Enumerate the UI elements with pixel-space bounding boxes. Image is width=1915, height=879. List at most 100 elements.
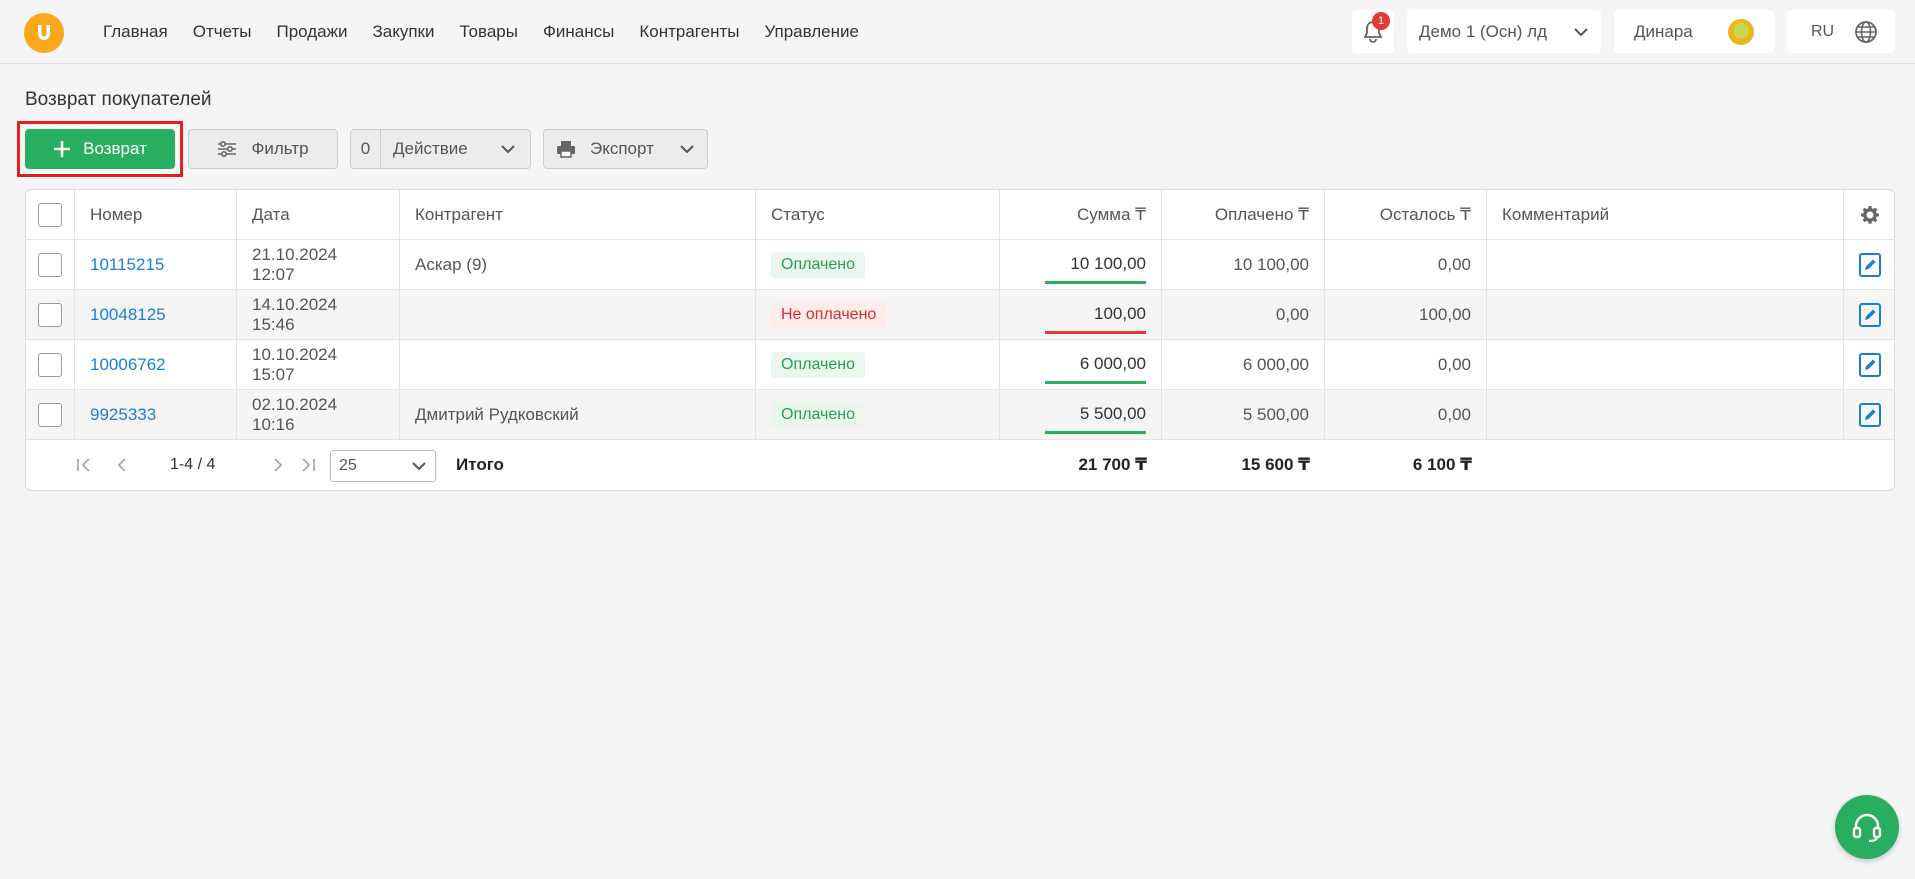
header-sum[interactable]: Сумма ₸ — [1000, 190, 1162, 239]
paid-cell: 0,00 — [1162, 290, 1325, 339]
comment-cell — [1487, 290, 1844, 339]
action-dropdown[interactable]: 0 Действие — [350, 129, 531, 169]
nav-reports[interactable]: Отчеты — [193, 22, 252, 42]
row-checkbox[interactable] — [38, 252, 62, 277]
export-dropdown[interactable]: Экспорт — [543, 129, 708, 169]
status-badge: Оплачено — [771, 351, 865, 378]
chevron-down-icon — [412, 462, 426, 471]
main-nav: Главная Отчеты Продажи Закупки Товары Фи… — [103, 22, 884, 42]
comment-cell — [1487, 240, 1844, 289]
edit-icon[interactable] — [1859, 402, 1881, 427]
sum-value-wrap: 5 500,00 — [1045, 403, 1146, 434]
table-row[interactable]: 9925333 02.10.2024 10:16 Дмитрий Рудковск… — [26, 390, 1894, 440]
status-cell: Оплачено — [756, 390, 1000, 439]
prev-page-icon[interactable] — [112, 455, 132, 475]
document-number-link[interactable]: 10048125 — [90, 305, 166, 325]
contractor-cell: Аскар (9) — [400, 240, 756, 289]
nav-home[interactable]: Главная — [103, 22, 168, 42]
page-title: Возврат покупателей — [25, 89, 212, 110]
header-left[interactable]: Осталось ₸ — [1325, 190, 1487, 239]
per-page-value: 25 — [339, 457, 357, 474]
header-status[interactable]: Статус — [756, 190, 1000, 239]
date-cell: 21.10.2024 12:07 — [237, 240, 400, 289]
logo[interactable] — [24, 13, 64, 53]
company-name: Демо 1 (Осн) лд — [1419, 21, 1548, 41]
number-cell: 9925333 — [75, 390, 237, 439]
table-row[interactable]: 10048125 14.10.2024 15:46 Не оплачено 100… — [26, 290, 1894, 340]
row-checkbox[interactable] — [38, 352, 62, 377]
select-all-checkbox[interactable] — [38, 202, 62, 227]
status-cell: Оплачено — [756, 240, 1000, 289]
plus-icon — [54, 141, 71, 157]
row-checkbox[interactable] — [38, 402, 62, 427]
sum-value: 5 500,00 — [1079, 403, 1146, 423]
nav-contractors[interactable]: Контрагенты — [639, 22, 739, 42]
row-checkbox[interactable] — [38, 302, 62, 327]
payment-progress-bar — [1045, 280, 1146, 284]
time-value: 12:07 — [252, 264, 295, 284]
globe-icon — [1855, 20, 1878, 43]
table-row[interactable]: 10006762 10.10.2024 15:07 Оплачено 6 000,… — [26, 340, 1894, 390]
number-cell: 10048125 — [75, 290, 237, 339]
nav-purchases[interactable]: Закупки — [372, 22, 434, 42]
sum-cell: 100,00 — [1000, 290, 1162, 339]
edit-cell — [1844, 340, 1894, 389]
total-paid: 15 600 ₸ — [1241, 455, 1310, 474]
comment-cell — [1487, 390, 1844, 439]
nav-sales[interactable]: Продажи — [276, 22, 347, 42]
paid-cell: 6 000,00 — [1162, 340, 1325, 389]
sum-value-wrap: 100,00 — [1045, 304, 1146, 334]
header-contractor[interactable]: Контрагент — [400, 190, 756, 239]
nav-management[interactable]: Управление — [764, 22, 859, 42]
document-number-link[interactable]: 9925333 — [90, 405, 156, 425]
sum-cell: 5 500,00 — [1000, 390, 1162, 439]
contractor-cell — [400, 290, 756, 339]
header-number[interactable]: Номер — [75, 190, 237, 239]
action-label: Действие — [393, 139, 468, 158]
chevron-down-icon — [680, 145, 694, 154]
row-check-cell — [26, 390, 75, 439]
row-check-cell — [26, 240, 75, 289]
paid-cell: 5 500,00 — [1162, 390, 1325, 439]
date-value: 14.10.2024 — [252, 294, 338, 314]
next-page-icon[interactable] — [268, 455, 288, 475]
sum-value: 6 000,00 — [1079, 353, 1146, 373]
filter-button[interactable]: Фильтр — [188, 129, 338, 169]
edit-cell — [1844, 290, 1894, 339]
gear-icon[interactable] — [1860, 205, 1880, 225]
status-cell: Оплачено — [756, 340, 1000, 389]
time-value: 10:16 — [252, 414, 295, 434]
user-menu[interactable]: Динара — [1614, 10, 1774, 53]
edit-icon[interactable] — [1859, 252, 1881, 277]
export-label: Экспорт — [590, 139, 654, 158]
company-select[interactable]: Демо 1 (Осн) лд — [1407, 10, 1601, 53]
edit-cell — [1844, 390, 1894, 439]
comment-cell — [1487, 340, 1844, 389]
support-chat-button[interactable] — [1835, 795, 1899, 859]
last-page-icon[interactable] — [298, 455, 318, 475]
language-select[interactable]: RU — [1787, 10, 1895, 53]
add-return-button[interactable]: Возврат — [25, 129, 175, 169]
document-number-link[interactable]: 10006762 — [90, 355, 166, 375]
edit-icon[interactable] — [1859, 352, 1881, 377]
logo-icon — [38, 25, 50, 40]
date-cell: 02.10.2024 10:16 — [237, 390, 400, 439]
first-page-icon[interactable] — [74, 455, 94, 475]
language-code: RU — [1811, 22, 1835, 40]
number-cell: 10006762 — [75, 340, 237, 389]
notifications-button[interactable]: 1 — [1352, 10, 1394, 53]
header-paid[interactable]: Оплачено ₸ — [1162, 190, 1325, 239]
sum-value-wrap: 6 000,00 — [1045, 353, 1146, 384]
header-date[interactable]: Дата — [237, 190, 400, 239]
settings-cell — [1844, 190, 1894, 239]
notification-badge: 1 — [1372, 12, 1390, 30]
header-comment[interactable]: Комментарий — [1487, 190, 1844, 239]
document-number-link[interactable]: 10115215 — [90, 255, 164, 275]
per-page-select[interactable]: 25 — [330, 450, 436, 482]
nav-goods[interactable]: Товары — [459, 22, 517, 42]
table-row[interactable]: 10115215 21.10.2024 12:07 Аскар (9) Оплач… — [26, 240, 1894, 290]
edit-icon[interactable] — [1859, 302, 1881, 327]
returns-table: Номер Дата Контрагент Статус Сумма ₸ Опл… — [25, 189, 1895, 491]
nav-finance[interactable]: Финансы — [543, 22, 614, 42]
total-sum: 21 700 ₸ — [1078, 455, 1147, 474]
